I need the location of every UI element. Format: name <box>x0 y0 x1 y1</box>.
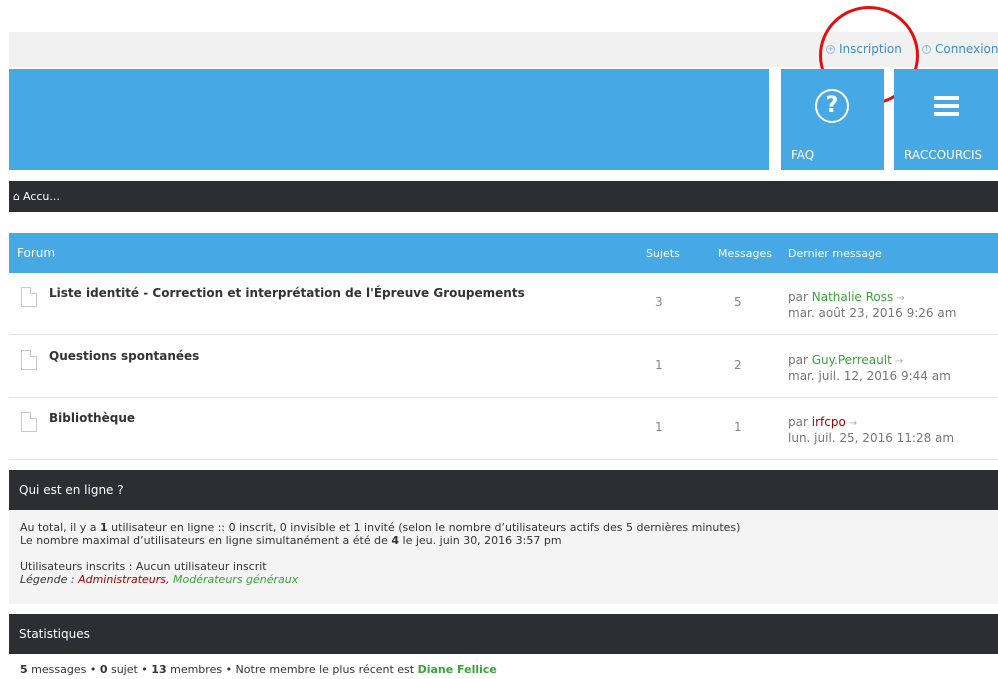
column-last-post: Dernier message <box>788 247 882 260</box>
arrow-right-icon[interactable]: → <box>895 356 903 367</box>
stats-heading-bar: Statistiques <box>9 614 998 654</box>
newest-member-link[interactable]: Diane Fellice <box>418 663 497 676</box>
last-post-author-link[interactable]: irfcpo <box>812 415 846 429</box>
faq-label: FAQ <box>791 148 815 162</box>
stats-heading: Statistiques <box>19 627 90 641</box>
posts-count: 2 <box>734 358 742 372</box>
document-icon <box>21 287 37 307</box>
breadcrumb: ⌂ Accu... <box>9 181 998 212</box>
stats-members-count: 13 <box>151 663 167 676</box>
legend-moderators-link[interactable]: Modérateurs généraux <box>173 573 298 586</box>
topics-count: 1 <box>655 420 663 434</box>
topics-count: 1 <box>655 358 663 372</box>
last-post-by: par <box>788 290 808 304</box>
shortcuts-label: RACCOURCIS <box>904 148 983 162</box>
question-circle-icon: ? <box>815 89 849 123</box>
column-forum: Forum <box>17 246 56 260</box>
posts-count: 1 <box>734 420 742 434</box>
last-post-author-link[interactable]: Nathalie Ross <box>812 290 894 304</box>
home-icon: ⌂ <box>13 190 20 203</box>
column-posts: Messages <box>718 247 772 260</box>
online-panel: Au total, il y a 1 utilisateur en ligne … <box>9 510 998 604</box>
forum-row: Bibliothèque 1 1 par irfcpo → lun. juil. … <box>9 398 998 460</box>
last-post-date: mar. août 23, 2016 9:26 am <box>788 306 957 320</box>
last-post-date: mar. juil. 12, 2016 9:44 am <box>788 369 951 383</box>
last-post-author-link[interactable]: Guy.Perreault <box>812 353 892 367</box>
online-heading-bar: Qui est en ligne ? <box>9 470 998 510</box>
document-icon <box>21 412 37 432</box>
forum-title-link[interactable]: Questions spontanées <box>49 349 199 363</box>
last-post-by: par <box>788 353 808 367</box>
forum-title-link[interactable]: Bibliothèque <box>49 411 135 425</box>
breadcrumb-home-link[interactable]: Accu... <box>23 190 60 203</box>
power-icon: ! <box>922 44 931 54</box>
forum-row: Questions spontanées 1 2 par Guy.Perreau… <box>9 336 998 398</box>
last-post-info: par Nathalie Ross → mar. août 23, 2016 9:… <box>788 290 956 321</box>
last-post-by: par <box>788 415 808 429</box>
column-topics: Sujets <box>646 247 680 260</box>
menu-bars-icon <box>934 96 959 116</box>
arrow-right-icon[interactable]: → <box>896 293 904 304</box>
last-post-info: par Guy.Perreault → mar. juil. 12, 2016 9… <box>788 353 951 384</box>
forum-table-header: Forum Sujets Messages Dernier message <box>9 233 998 273</box>
legend: Légende : Administrateurs, Modérateurs g… <box>20 573 299 586</box>
stats-panel: 5 messages • 0 sujet • 13 membres • Notr… <box>9 654 998 679</box>
posts-count: 5 <box>734 295 742 309</box>
topics-count: 3 <box>655 295 663 309</box>
site-banner <box>9 69 769 170</box>
legend-admins-link[interactable]: Administrateurs <box>78 573 166 586</box>
last-post-info: par irfcpo → lun. juil. 25, 2016 11:28 am <box>788 415 954 446</box>
arrow-right-icon[interactable]: → <box>849 418 857 429</box>
online-heading: Qui est en ligne ? <box>19 483 124 497</box>
shortcuts-button[interactable]: RACCOURCIS <box>894 69 998 170</box>
login-link[interactable]: ! Connexion <box>922 42 998 56</box>
stats-posts-count: 5 <box>20 663 28 676</box>
forum-row: Liste identité - Correction et interprét… <box>9 273 998 335</box>
registered-users: Utilisateurs inscrits : Aucun utilisateu… <box>20 560 267 573</box>
login-label: Connexion <box>935 42 998 56</box>
document-icon <box>21 350 37 370</box>
online-line-1: Au total, il y a 1 utilisateur en ligne … <box>20 521 741 534</box>
online-line-2: Le nombre maximal d’utilisateurs en lign… <box>20 534 562 547</box>
last-post-date: lun. juil. 25, 2016 11:28 am <box>788 431 955 445</box>
faq-button[interactable]: ? FAQ <box>781 69 884 170</box>
forum-title-link[interactable]: Liste identité - Correction et interprét… <box>49 286 525 300</box>
